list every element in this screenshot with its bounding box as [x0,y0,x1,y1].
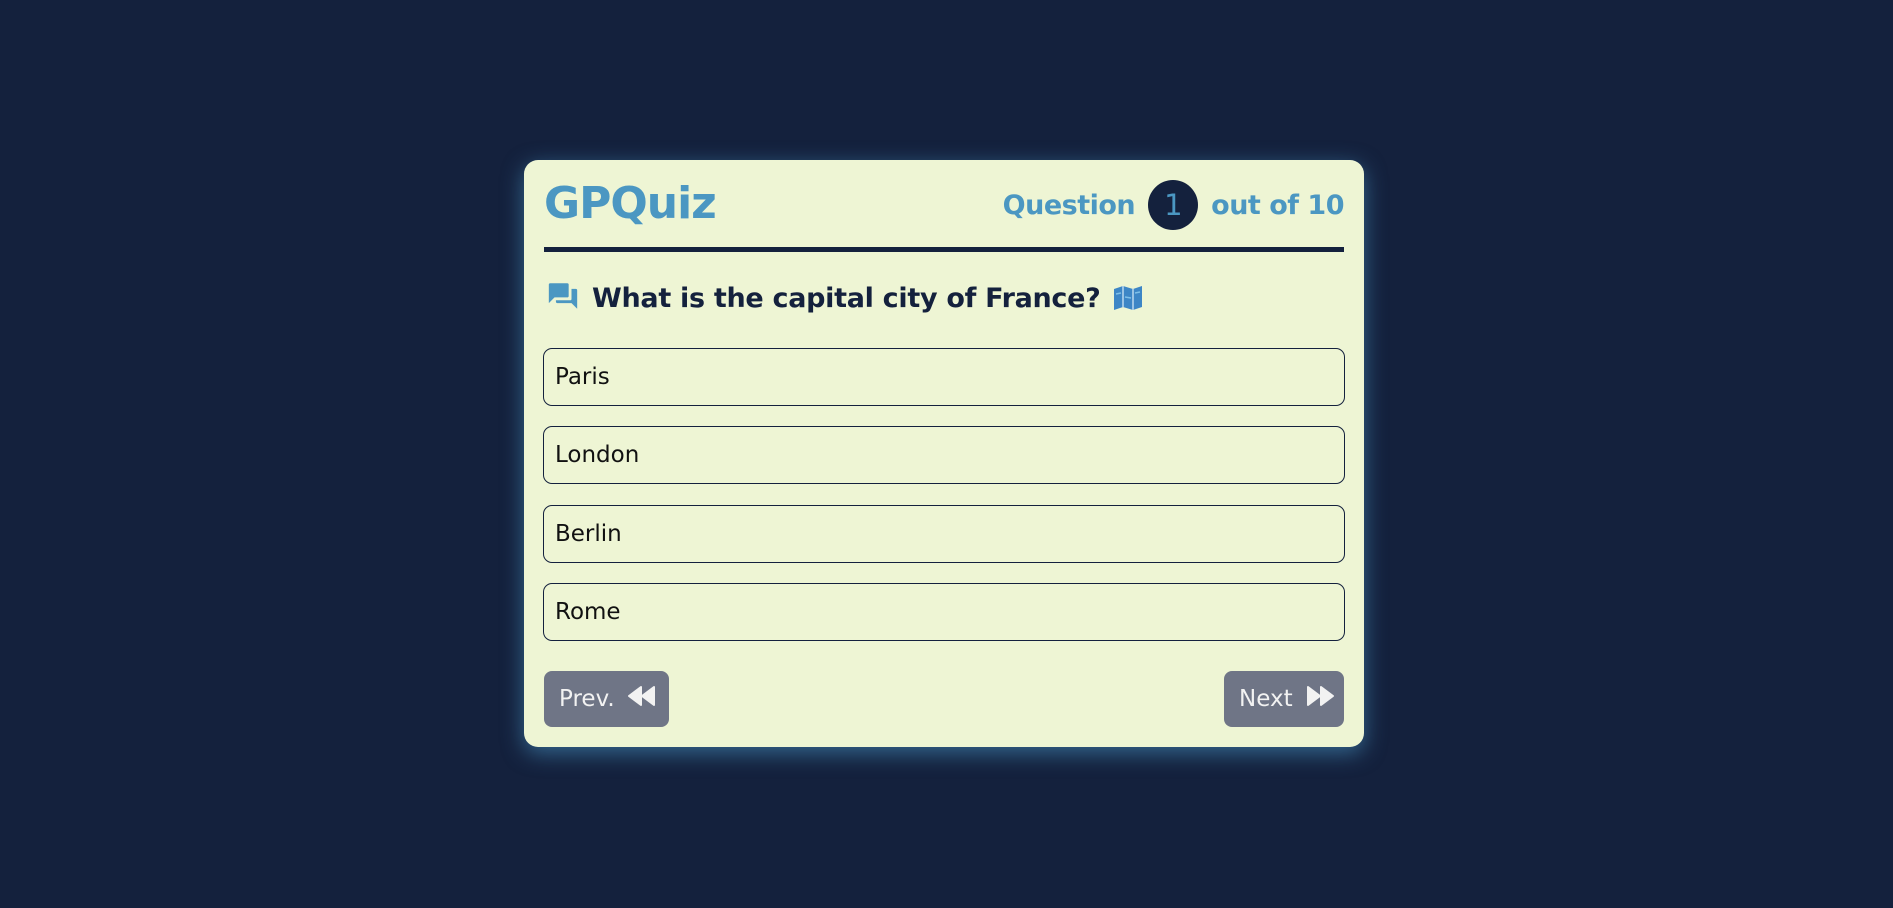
current-question-number: 1 [1148,180,1199,230]
option-label: Paris [555,364,610,390]
prev-button[interactable]: Prev. [544,671,669,727]
app-logo: GPQuiz [544,178,717,229]
counter-prefix: Question [1002,189,1136,221]
quiz-card: GPQuiz Question 1 out of 10 What is the … [524,160,1364,747]
next-button[interactable]: Next [1224,671,1344,727]
prev-button-label: Prev. [559,686,615,712]
option-label: Rome [555,599,621,625]
option-label: Berlin [555,521,622,547]
question-text: What is the capital city of France? [592,282,1101,314]
answer-option-rome[interactable]: Rome [543,583,1345,641]
header-divider [544,247,1344,252]
answer-option-paris[interactable]: Paris [543,348,1345,406]
option-label: London [555,442,640,468]
question-row: What is the capital city of France? [546,278,1143,318]
chat-bubbles-icon [546,279,580,317]
rewind-icon [615,685,657,713]
map-icon [1113,285,1143,311]
counter-suffix: out of 10 [1211,189,1344,221]
answer-option-berlin[interactable]: Berlin [543,505,1345,563]
question-counter: Question 1 out of 10 [1003,180,1344,230]
fast-forward-icon [1293,685,1335,713]
next-button-label: Next [1239,686,1293,712]
answer-option-london[interactable]: London [543,426,1345,484]
